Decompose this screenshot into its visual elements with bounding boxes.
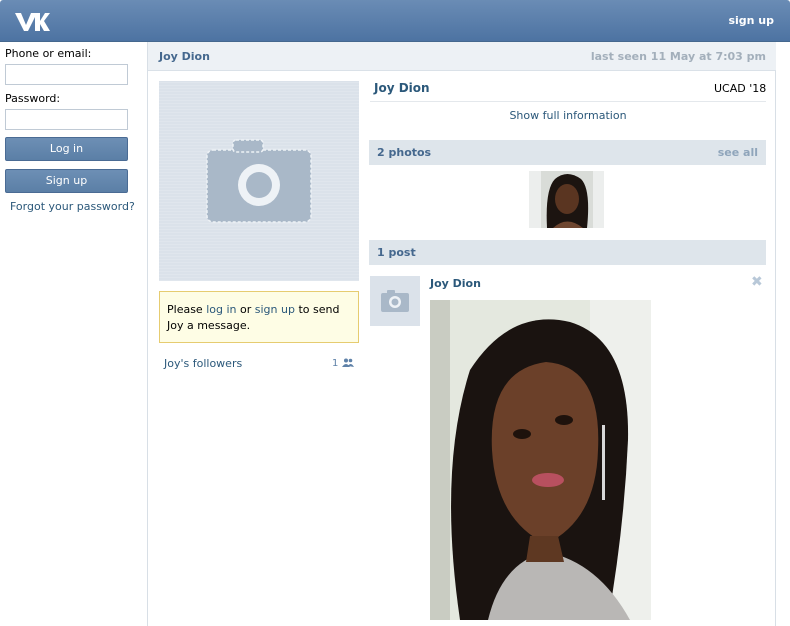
post-photo[interactable] (430, 300, 651, 620)
photos-title[interactable]: 2 photos (377, 146, 431, 159)
followers-link[interactable]: Joy's followers (164, 357, 242, 370)
followers-count[interactable]: 1 (332, 358, 354, 369)
forgot-password-link[interactable]: Forgot your password? (10, 200, 135, 213)
post-photo-image (430, 300, 651, 620)
post-author-name[interactable]: Joy Dion (430, 277, 481, 290)
profile-main: Joy Dion last seen 11 May at 7:03 pm Ple… (147, 42, 776, 626)
profile-avatar-placeholder[interactable] (159, 81, 359, 281)
top-bar: sign up (0, 0, 790, 42)
followers-count-value: 1 (332, 358, 339, 369)
notice-text-or: or (236, 303, 255, 316)
camera-icon (381, 290, 409, 312)
vk-logo-icon[interactable] (14, 9, 50, 33)
phone-email-input[interactable] (5, 64, 128, 85)
see-all-link[interactable]: see all (718, 146, 758, 159)
photo-thumbnail-image (529, 171, 604, 228)
posts-title[interactable]: 1 post (377, 246, 416, 259)
header-name[interactable]: Joy Dion (159, 50, 210, 63)
users-icon (341, 358, 354, 367)
notice-login-link[interactable]: log in (206, 303, 236, 316)
last-seen-status: last seen 11 May at 7:03 pm (590, 50, 766, 63)
close-icon[interactable]: ✖ (751, 274, 763, 290)
signup-link[interactable]: sign up (728, 14, 774, 27)
login-sidebar: Phone or email: Password: Log in Sign up… (0, 42, 147, 626)
password-input[interactable] (5, 109, 128, 130)
profile-name: Joy Dion (374, 81, 430, 95)
notice-signup-link[interactable]: sign up (255, 303, 295, 316)
login-button[interactable]: Log in (5, 137, 128, 161)
divider (370, 101, 766, 102)
phone-label: Phone or email: (5, 47, 92, 60)
posts-header: 1 post (369, 240, 766, 265)
camera-icon (206, 139, 312, 223)
show-full-info-link[interactable]: Show full information (370, 109, 766, 122)
post-author-avatar[interactable] (370, 276, 420, 326)
signup-button[interactable]: Sign up (5, 169, 128, 193)
login-notice: Please log in or sign up to send Joy a m… (159, 291, 359, 343)
notice-text-pre: Please (167, 303, 207, 316)
password-label: Password: (5, 92, 61, 105)
photo-thumbnail[interactable] (529, 171, 604, 228)
profile-header: Joy Dion last seen 11 May at 7:03 pm (148, 42, 776, 71)
profile-school: UCAD '18 (714, 82, 767, 95)
photos-header: 2 photos see all (369, 140, 766, 165)
